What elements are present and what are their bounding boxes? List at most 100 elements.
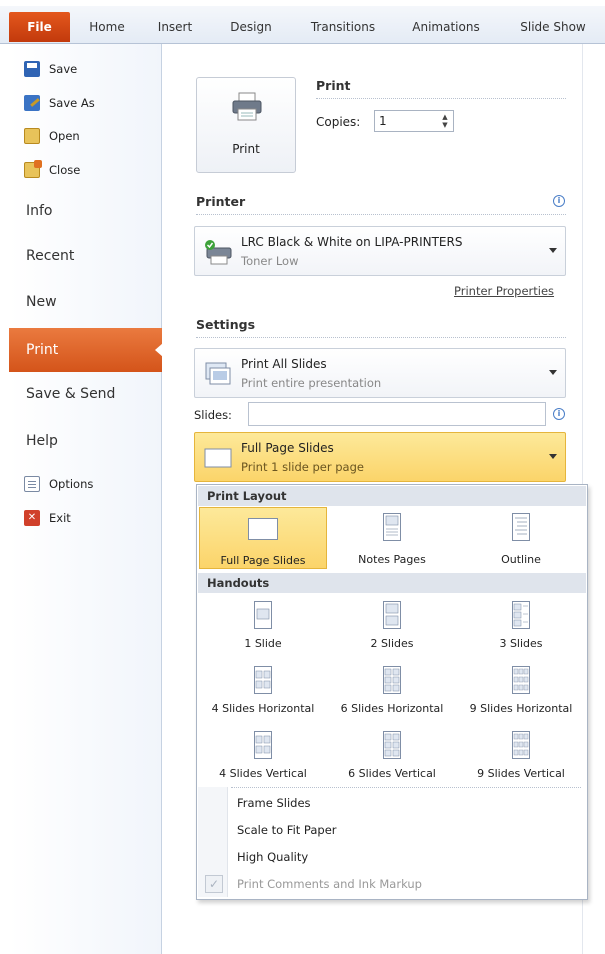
save-icon (24, 61, 40, 77)
layout-notes-pages[interactable]: Notes Pages (328, 507, 456, 569)
tab-insert[interactable]: Insert (150, 14, 200, 40)
handout-4-horizontal-icon (254, 666, 272, 694)
nav-save-label: Save (49, 62, 78, 76)
handout-6-horizontal-icon (383, 666, 401, 694)
nav-print[interactable]: Print (9, 328, 163, 372)
handout-6-vertical-icon (383, 731, 401, 759)
print-layout-menu: Print Layout Full Page Slides Notes Page… (196, 484, 588, 900)
nav-help[interactable]: Help (26, 433, 58, 449)
handout-3-slides[interactable]: 3 Slides (457, 595, 585, 657)
print-layout-header: Print Layout (198, 486, 586, 506)
layout-full-page-slides[interactable]: Full Page Slides (199, 507, 327, 569)
copies-label: Copies: (316, 115, 361, 129)
nav-save[interactable]: Save (24, 58, 77, 80)
handout-2-slides[interactable]: 2 Slides (328, 595, 456, 657)
notes-pages-icon (383, 513, 401, 541)
slides-label: Slides: (194, 408, 232, 422)
handout-9-slides-vertical[interactable]: 9 Slides Vertical (457, 725, 585, 787)
dropdown-arrow-icon (549, 454, 557, 459)
print-button[interactable]: Print (196, 77, 296, 173)
ribbon-tab-bar: File Home Insert Design Transitions Anim… (0, 0, 605, 44)
layout-label: Notes Pages (358, 553, 426, 566)
outline-icon (512, 513, 530, 541)
print-comments-option[interactable]: Print Comments and Ink Markup (237, 877, 422, 891)
handout-label: 3 Slides (499, 637, 543, 650)
tab-design[interactable]: Design (222, 14, 280, 40)
scale-to-fit-option[interactable]: Scale to Fit Paper (237, 823, 337, 837)
nav-open-label: Open (49, 129, 80, 143)
frame-slides-option[interactable]: Frame Slides (237, 796, 311, 810)
layout-title: Full Page Slides (241, 441, 334, 455)
handout-4-slides-vertical[interactable]: 4 Slides Vertical (199, 725, 327, 787)
nav-close-label: Close (49, 163, 81, 177)
layout-dropdown[interactable]: Full Page Slides Print 1 slide per page (194, 432, 566, 482)
exit-icon: ✕ (24, 510, 40, 526)
checkmark-icon: ✓ (205, 875, 223, 893)
nav-recent[interactable]: Recent (26, 248, 74, 264)
nav-info[interactable]: Info (26, 203, 53, 219)
handout-label: 4 Slides Horizontal (211, 702, 315, 715)
copies-stepper[interactable]: 1 ▲ ▼ (374, 110, 454, 132)
nav-options[interactable]: Options (24, 473, 93, 495)
open-folder-icon (24, 128, 40, 144)
handout-label: 9 Slides Vertical (477, 767, 565, 780)
printer-status: Toner Low (241, 254, 299, 268)
handout-4-vertical-icon (254, 731, 272, 759)
nav-save-as-label: Save As (49, 96, 95, 110)
full-page-slide-icon (248, 518, 278, 540)
tab-slide-show[interactable]: Slide Show (508, 14, 598, 40)
print-heading: Print (316, 78, 351, 93)
slides-stack-icon (205, 362, 231, 385)
nav-save-as[interactable]: Save As (24, 92, 95, 114)
printer-name: LRC Black & White on LIPA-PRINTERS (241, 235, 463, 249)
nav-new[interactable]: New (26, 294, 57, 310)
handout-9-slides-horizontal[interactable]: 9 Slides Horizontal (457, 660, 585, 722)
handout-label: 2 Slides (370, 637, 414, 650)
handout-label: 9 Slides Horizontal (469, 702, 573, 715)
layout-label: Full Page Slides (220, 554, 306, 567)
divider (196, 337, 566, 338)
info-icon[interactable]: i (553, 195, 565, 207)
print-button-label: Print (232, 142, 260, 156)
nav-save-send[interactable]: Save & Send (26, 386, 115, 402)
copies-value: 1 (379, 114, 387, 128)
high-quality-option[interactable]: High Quality (237, 850, 308, 864)
dropdown-arrow-icon (549, 248, 557, 253)
tab-file[interactable]: File (9, 12, 70, 42)
nav-options-label: Options (49, 477, 94, 491)
handout-label: 1 Slide (244, 637, 282, 650)
handout-9-vertical-icon (512, 731, 530, 759)
tab-animations[interactable]: Animations (403, 14, 489, 40)
close-folder-icon (24, 160, 42, 178)
handout-1-slide[interactable]: 1 Slide (199, 595, 327, 657)
options-icon (24, 476, 40, 492)
dropdown-arrow-icon (549, 370, 557, 375)
layout-outline[interactable]: Outline (457, 507, 585, 569)
tab-home[interactable]: Home (82, 14, 132, 40)
handout-label: 6 Slides Vertical (348, 767, 436, 780)
nav-print-label: Print (26, 342, 59, 358)
print-range-title: Print All Slides (241, 357, 327, 371)
printer-properties-link[interactable]: Printer Properties (454, 284, 554, 298)
tab-transitions[interactable]: Transitions (302, 14, 384, 40)
handout-4-slides-horizontal[interactable]: 4 Slides Horizontal (199, 660, 327, 722)
nav-exit-label: Exit (49, 511, 71, 525)
handout-9-horizontal-icon (512, 666, 530, 694)
divider (231, 787, 581, 788)
handout-label: 6 Slides Horizontal (340, 702, 444, 715)
handout-6-slides-vertical[interactable]: 6 Slides Vertical (328, 725, 456, 787)
divider (196, 214, 566, 215)
options-gutter: ✓ (198, 787, 228, 897)
nav-open[interactable]: Open (24, 125, 80, 147)
printer-dropdown[interactable]: LRC Black & White on LIPA-PRINTERS Toner… (194, 226, 566, 276)
print-range-dropdown[interactable]: Print All Slides Print entire presentati… (194, 348, 566, 398)
slides-input[interactable] (248, 402, 546, 426)
handout-6-slides-horizontal[interactable]: 6 Slides Horizontal (328, 660, 456, 722)
spinner-arrows-icon[interactable]: ▲ ▼ (441, 113, 449, 129)
full-page-slide-icon (204, 448, 232, 468)
printer-status-icon (205, 240, 232, 265)
info-icon[interactable]: i (553, 408, 565, 420)
layout-subtitle: Print 1 slide per page (241, 460, 364, 474)
nav-exit[interactable]: ✕ Exit (24, 507, 71, 529)
nav-close[interactable]: Close (24, 159, 80, 181)
